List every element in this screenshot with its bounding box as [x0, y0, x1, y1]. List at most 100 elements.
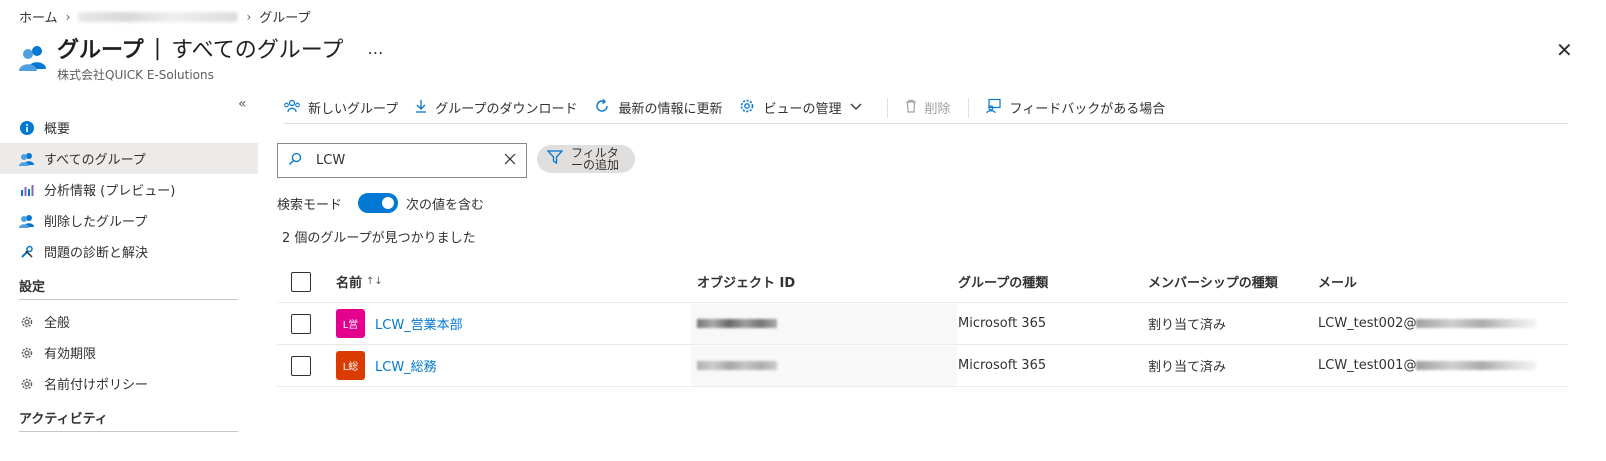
object-id-cell	[691, 345, 957, 386]
object-id-redacted	[697, 319, 777, 328]
divider	[19, 299, 238, 300]
search-mode-value: 次の値を含む	[406, 197, 485, 213]
refresh-icon	[594, 98, 618, 118]
column-header-name-label: 名前	[336, 276, 363, 291]
membership-type-cell: 割り当て済み	[1148, 360, 1227, 375]
table-row[interactable]: L営 LCW_営業本部 Microsoft 365 割り当て済み LCW_tes…	[277, 303, 1568, 345]
new-group-button[interactable]: 新しいグループ	[284, 98, 398, 117]
clear-search-icon[interactable]	[504, 153, 516, 169]
chevron-down-icon	[850, 100, 870, 115]
column-header-name[interactable]: 名前 ↑↓	[336, 272, 697, 291]
title-separator: |	[153, 35, 162, 61]
sidebar-item-label: 全般	[44, 316, 71, 331]
object-id-redacted	[697, 361, 777, 370]
select-all-checkbox[interactable]	[291, 271, 311, 292]
mail-domain-redacted	[1416, 361, 1537, 370]
sidebar-item-overview[interactable]: 概要	[0, 112, 258, 143]
sort-icon[interactable]: ↑↓	[366, 276, 383, 287]
gear-icon	[19, 345, 35, 361]
close-button[interactable]: ✕	[1556, 38, 1573, 62]
sidebar-item-naming-policy[interactable]: 名前付けポリシー	[0, 368, 258, 399]
search-value: LCW	[316, 153, 346, 168]
toolbar-divider	[886, 97, 888, 118]
feedback-label: フィードバックがある場合	[1009, 102, 1166, 117]
mail-cell: LCW_test002@	[1318, 316, 1568, 331]
breadcrumb-tenant-redacted[interactable]	[78, 11, 239, 22]
sidebar-item-label: 有効期限	[44, 347, 97, 362]
info-icon	[19, 120, 35, 136]
mail-prefix: LCW_test001@	[1318, 358, 1417, 373]
more-options-button[interactable]: …	[367, 39, 383, 58]
sidebar-item-all-groups[interactable]: すべてのグループ	[0, 143, 258, 174]
toggle-knob	[382, 197, 395, 209]
breadcrumb-separator: ›	[246, 9, 252, 24]
manage-view-button[interactable]: ビューの管理	[739, 98, 869, 118]
command-bar: 新しいグループ グループのダウンロード 最新の情報に更新 ビューの管理 削除 フ…	[284, 92, 1568, 124]
feedback-button[interactable]: フィードバックがある場合	[985, 98, 1166, 118]
membership-type-cell: 割り当て済み	[1148, 318, 1227, 333]
sidebar-item-deleted-groups[interactable]: 削除したグループ	[0, 205, 258, 236]
sidebar: 概要 すべてのグループ 分析情報 (プレビュー) 削除したグループ 問題の診断と…	[0, 112, 258, 438]
row-checkbox[interactable]	[291, 313, 311, 334]
search-icon	[288, 152, 302, 170]
delete-label: 削除	[924, 102, 951, 117]
page-title: グループ	[57, 38, 144, 63]
search-input[interactable]: LCW	[277, 143, 527, 178]
sidebar-item-label: すべてのグループ	[44, 153, 146, 168]
refresh-button[interactable]: 最新の情報に更新	[594, 98, 722, 118]
column-header-mail[interactable]: メール	[1318, 272, 1568, 291]
add-filter-label: フィルタ ーの追加	[571, 147, 627, 171]
table-header-row: 名前 ↑↓ オブジェクト ID グループの種類 メンバーシップの種類 メール	[277, 261, 1568, 303]
sidebar-item-insights[interactable]: 分析情報 (プレビュー)	[0, 174, 258, 205]
divider	[19, 431, 238, 432]
delete-button[interactable]: 削除	[905, 98, 951, 117]
sidebar-item-general[interactable]: 全般	[0, 306, 258, 337]
sidebar-item-expiration[interactable]: 有効期限	[0, 337, 258, 368]
filter-icon	[546, 150, 564, 168]
sidebar-item-label: 問題の診断と解決	[44, 246, 149, 261]
activity-heading: アクティビティ	[19, 412, 108, 427]
group-type-cell: Microsoft 365	[958, 358, 1047, 373]
gear-icon	[19, 314, 35, 330]
wrench-icon	[19, 244, 35, 260]
download-icon	[415, 99, 435, 117]
collapse-sidebar-button[interactable]: «	[238, 96, 247, 112]
gear-icon	[19, 376, 35, 392]
organization-name: 株式会社QUICK E-Solutions	[57, 68, 214, 82]
mail-prefix: LCW_test002@	[1318, 316, 1417, 331]
bar-chart-icon	[19, 182, 35, 198]
row-checkbox[interactable]	[291, 355, 311, 376]
page-header: グループ | すべてのグループ … 株式会社QUICK E-Solutions	[18, 34, 383, 83]
add-filter-button[interactable]: フィルタ ーの追加	[537, 145, 635, 173]
settings-heading: 設定	[19, 280, 46, 295]
sidebar-item-label: 概要	[44, 122, 71, 137]
search-mode-toggle[interactable]	[358, 193, 399, 213]
download-label: グループのダウンロード	[435, 102, 578, 117]
groups-table: 名前 ↑↓ オブジェクト ID グループの種類 メンバーシップの種類 メール L…	[277, 261, 1568, 387]
mail-domain-redacted	[1416, 319, 1537, 328]
breadcrumb: ホーム › › グループ	[19, 7, 310, 27]
group-avatar: L総	[336, 351, 365, 380]
group-name-link[interactable]: LCW_総務	[375, 356, 437, 375]
groups-icon	[19, 213, 35, 229]
group-name-link[interactable]: LCW_営業本部	[375, 314, 463, 333]
mail-cell: LCW_test001@	[1318, 358, 1568, 373]
column-header-group-type[interactable]: グループの種類	[958, 272, 1148, 291]
add-filter-label-line2: ーの追加	[571, 158, 620, 172]
refresh-label: 最新の情報に更新	[618, 102, 723, 117]
group-type-cell: Microsoft 365	[958, 316, 1047, 331]
breadcrumb-separator: ›	[65, 9, 71, 24]
gear-icon	[739, 98, 763, 118]
breadcrumb-home[interactable]: ホーム	[19, 7, 58, 26]
download-groups-button[interactable]: グループのダウンロード	[415, 98, 577, 117]
column-header-membership-type[interactable]: メンバーシップの種類	[1148, 272, 1318, 291]
result-count: 2 個のグループが見つかりました	[282, 231, 476, 246]
toolbar-divider	[967, 97, 969, 118]
table-row[interactable]: L総 LCW_総務 Microsoft 365 割り当て済み LCW_test0…	[277, 345, 1568, 387]
object-id-cell	[691, 303, 957, 344]
manage-view-label: ビューの管理	[763, 102, 842, 117]
search-mode-label: 検索モード	[277, 197, 343, 213]
sidebar-item-diagnose[interactable]: 問題の診断と解決	[0, 236, 258, 267]
groups-icon	[19, 151, 35, 167]
column-header-object-id[interactable]: オブジェクト ID	[697, 272, 958, 291]
